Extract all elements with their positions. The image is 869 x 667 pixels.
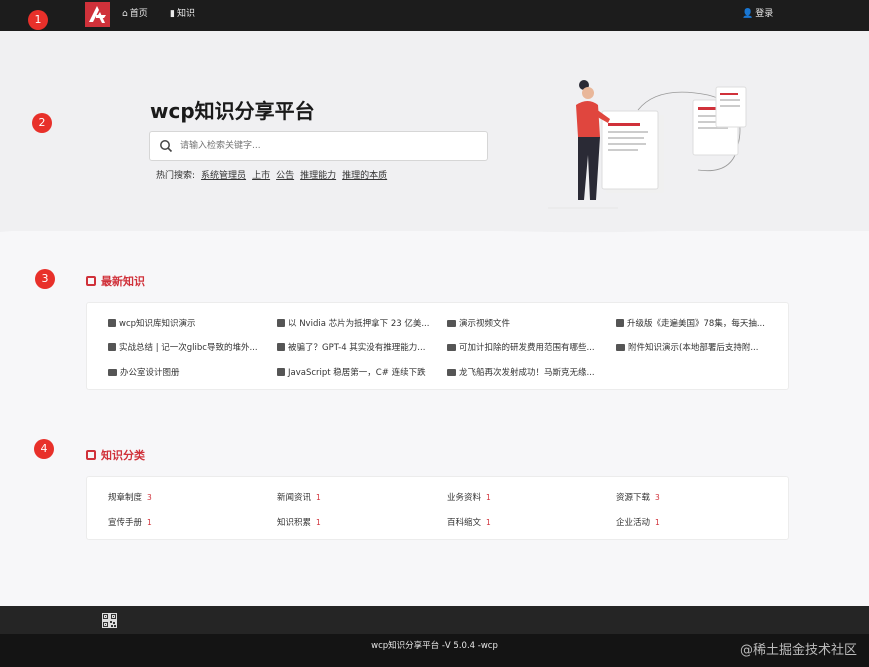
watermark: @稀土掘金技术社区 [739, 643, 857, 658]
hot-link-5[interactable]: 推理的本质 [342, 171, 387, 181]
file-icon [108, 319, 116, 327]
list-item[interactable]: 升级版《走遍美国》78集，每天抽... [616, 317, 781, 329]
category-name: 百科缩文 [447, 518, 482, 528]
category-count: 3 [655, 493, 660, 502]
marker-1: 1 [28, 10, 48, 30]
list-item[interactable]: 办公室设计图册 [108, 366, 273, 378]
file-icon [108, 343, 116, 351]
folder-icon [447, 320, 456, 327]
category-count: 1 [316, 518, 321, 527]
list-item-text: JavaScript 稳居第一，C# 连续下跌 [288, 368, 426, 378]
category-name: 新闻资讯 [277, 493, 312, 503]
hot-searches: 热门搜索: 系统管理员 上市 公告 推理能力 推理的本质 [156, 168, 387, 181]
categories-title-text: 知识分类 [101, 449, 145, 462]
list-item[interactable]: wcp知识库知识演示 [108, 317, 273, 329]
list-item[interactable]: 实战总结 | 记一次glibc导致的堆外... [108, 341, 273, 353]
marker-4: 4 [34, 439, 54, 459]
list-item-text: 可加计扣除的研发费用范围有哪些... [459, 343, 595, 353]
list-item-text: 被骗了？GPT-4 其实没有推理能力... [288, 343, 426, 353]
list-item[interactable]: 附件知识演示(本地部署后支持附... [616, 341, 781, 353]
list-item-text: 龙飞船再次发射成功！马斯克无缘... [459, 368, 595, 378]
hero-illustration [548, 80, 747, 209]
category-count: 1 [486, 493, 491, 502]
category-name: 企业活动 [616, 518, 651, 528]
category-item[interactable]: 业务资料 1 [447, 491, 491, 503]
nav-home[interactable]: ⌂ 首页 [122, 8, 148, 20]
list-item[interactable]: JavaScript 稳居第一，C# 连续下跌 [277, 366, 442, 378]
category-count: 1 [486, 518, 491, 527]
list-item-text: 升级版《走遍美国》78集，每天抽... [627, 319, 765, 329]
section-square-icon [86, 450, 96, 460]
hot-link-1[interactable]: 系统管理员 [201, 171, 246, 181]
list-item-text: 演示视频文件 [459, 319, 511, 329]
category-count: 1 [655, 518, 660, 527]
hot-search-label: 热门搜索: [156, 171, 196, 181]
category-item[interactable]: 新闻资讯 1 [277, 491, 321, 503]
category-count: 3 [147, 493, 152, 502]
folder-icon [447, 344, 456, 351]
section-square-icon [86, 276, 96, 286]
category-name: 知识积累 [277, 518, 312, 528]
category-name: 业务资料 [447, 493, 482, 503]
category-item[interactable]: 百科缩文 1 [447, 516, 491, 528]
list-item[interactable]: 以 Nvidia 芯片为抵押拿下 23 亿美... [277, 317, 442, 329]
list-item-text: wcp知识库知识演示 [119, 319, 196, 329]
folder-icon [447, 369, 456, 376]
list-item[interactable]: 可加计扣除的研发费用范围有哪些... [447, 341, 612, 353]
categories-card [86, 476, 789, 540]
category-item[interactable]: 资源下载 3 [616, 491, 660, 503]
category-name: 资源下载 [616, 493, 651, 503]
book-icon: ▮ [170, 9, 175, 19]
nav-home-label: 首页 [129, 9, 148, 19]
categories-title: 知识分类 [86, 447, 145, 463]
list-item-text: 附件知识演示(本地部署后支持附... [628, 343, 759, 353]
file-icon [616, 319, 624, 327]
category-item[interactable]: 规章制度 3 [108, 491, 152, 503]
list-item[interactable]: 龙飞船再次发射成功！马斯克无缘... [447, 366, 612, 378]
list-item-text: 办公室设计图册 [120, 368, 180, 378]
footer-copyright: wcp知识分享平台 -V 5.0.4 -wcp [371, 641, 498, 651]
marker-3: 3 [35, 269, 55, 289]
category-item[interactable]: 知识积累 1 [277, 516, 321, 528]
search-box[interactable] [149, 131, 488, 161]
user-icon: 👤 [742, 9, 754, 19]
category-name: 规章制度 [108, 493, 143, 503]
hot-link-2[interactable]: 上市 [252, 171, 270, 181]
nav-knowledge[interactable]: ▮ 知识 [170, 8, 195, 20]
nav-login-label: 登录 [755, 9, 774, 19]
qrcode-icon[interactable] [102, 613, 117, 628]
logo-icon[interactable] [85, 2, 110, 27]
category-item[interactable]: 宣传手册 1 [108, 516, 152, 528]
search-icon [160, 140, 173, 153]
file-icon [277, 319, 285, 327]
file-icon [277, 368, 285, 376]
folder-icon [616, 344, 625, 351]
list-item-text: 实战总结 | 记一次glibc导致的堆外... [119, 343, 258, 353]
file-icon [277, 343, 285, 351]
footer-top [0, 606, 869, 634]
category-count: 1 [147, 518, 152, 527]
list-item-text: 以 Nvidia 芯片为抵押拿下 23 亿美... [288, 319, 430, 329]
latest-title-text: 最新知识 [101, 275, 145, 288]
folder-icon [108, 369, 117, 376]
top-nav-bar: ⌂ 首页 ▮ 知识 👤 登录 [0, 0, 869, 31]
marker-2: 2 [32, 113, 52, 133]
category-name: 宣传手册 [108, 518, 143, 528]
hot-link-4[interactable]: 推理能力 [300, 171, 336, 181]
hot-link-3[interactable]: 公告 [276, 171, 294, 181]
latest-knowledge-title: 最新知识 [86, 273, 145, 289]
category-item[interactable]: 企业活动 1 [616, 516, 660, 528]
list-item[interactable]: 被骗了？GPT-4 其实没有推理能力... [277, 341, 442, 353]
search-input[interactable] [180, 136, 480, 156]
home-icon: ⌂ [122, 9, 128, 19]
page-title: wcp知识分享平台 [150, 99, 315, 123]
list-item[interactable]: 演示视频文件 [447, 317, 612, 329]
nav-login[interactable]: 👤 登录 [742, 8, 773, 20]
nav-knowledge-label: 知识 [176, 9, 195, 19]
category-count: 1 [316, 493, 321, 502]
